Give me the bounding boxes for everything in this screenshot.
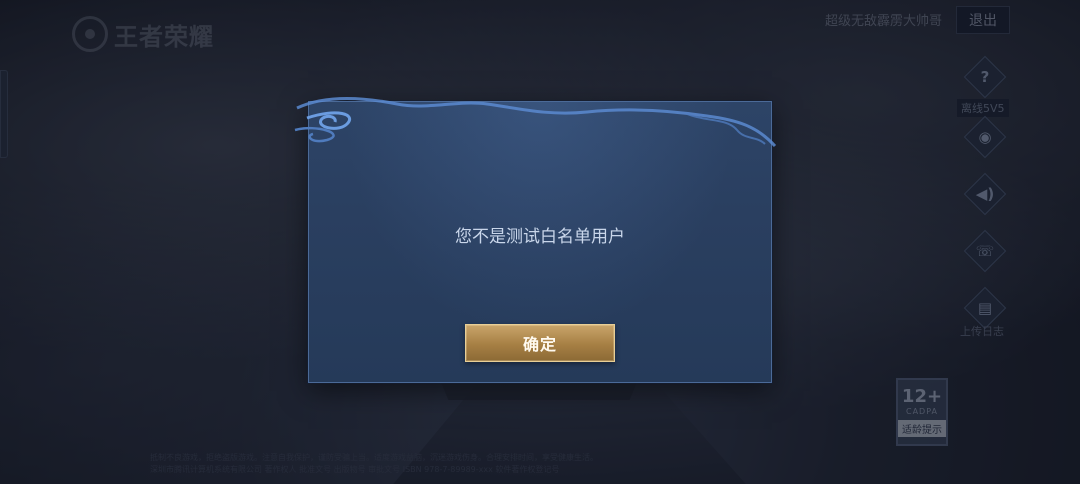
confirm-button[interactable]: 确定 (465, 324, 615, 362)
game-screen: 王者荣耀 超级无敌霹雳大帅哥 退出 ? 离线5V5 ◉ ◀) ☏ ▤ 上传日志 … (0, 0, 1080, 484)
cloud-ornament-icon (294, 97, 777, 148)
dialog-message: 您不是测试白名单用户 (455, 227, 625, 247)
whitelist-dialog: 您不是测试白名单用户 确定 (294, 97, 777, 383)
